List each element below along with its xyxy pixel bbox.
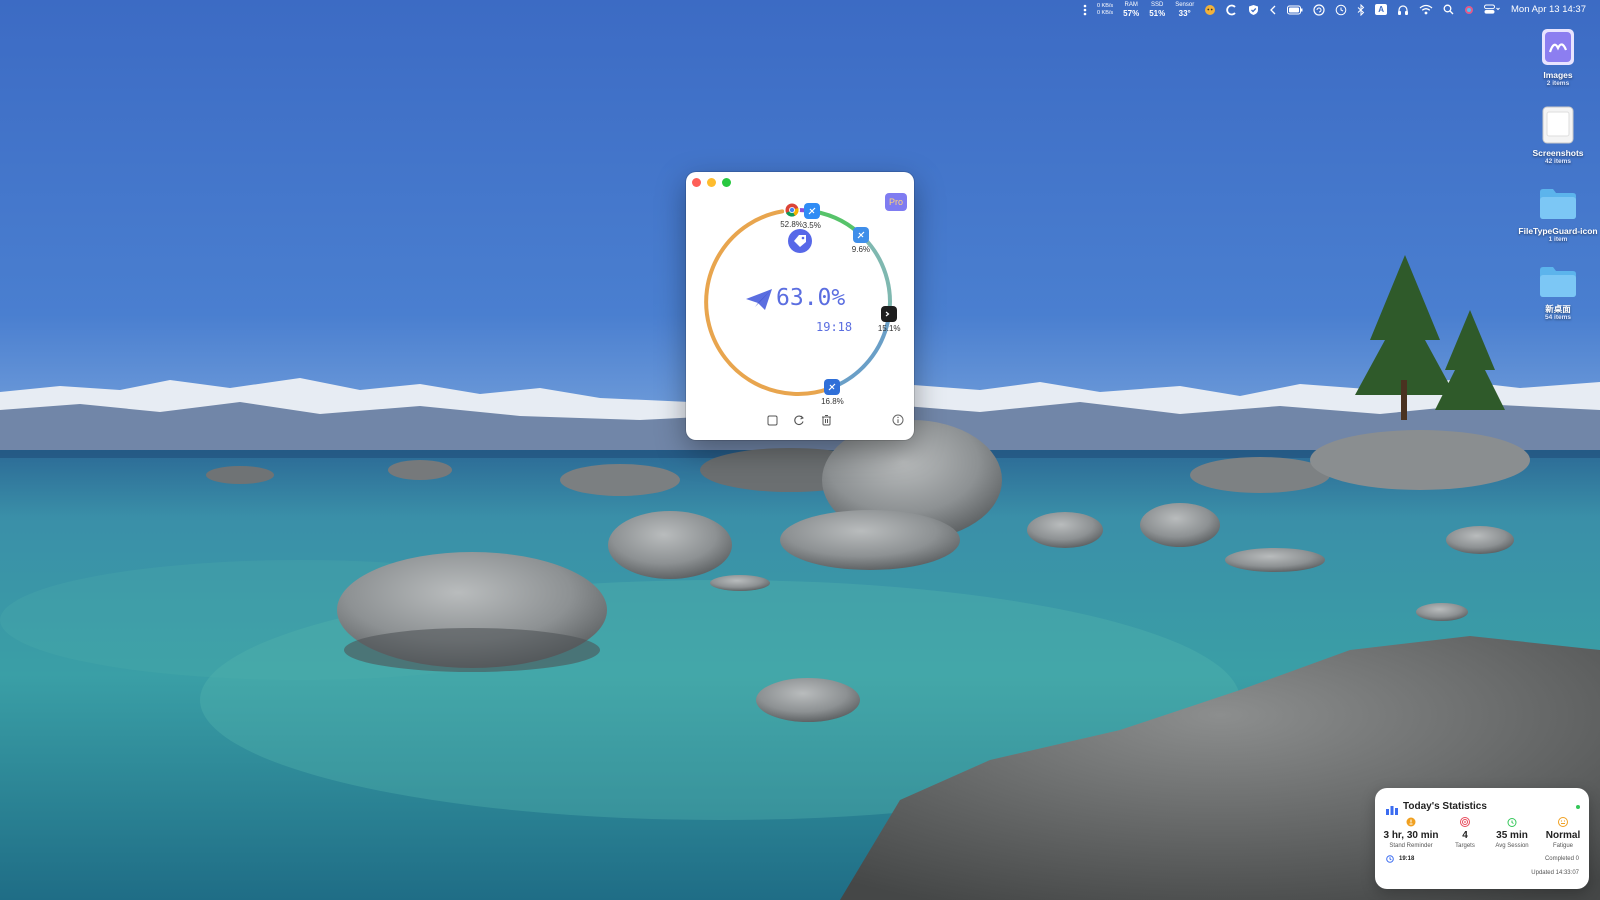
tag-icon <box>794 235 806 247</box>
finder-icon[interactable] <box>852 226 869 243</box>
segment-percent-label: 3.5% <box>802 221 821 231</box>
desktop-item-count: 54 items <box>1544 314 1572 321</box>
menu-bar-clock[interactable]: Mon Apr 13 14:37 <box>1511 0 1586 19</box>
stats-updated: Updated 14:33:07 <box>1531 870 1579 876</box>
stat-value: 35 min <box>1496 830 1528 841</box>
stat-value: 3 hr, 30 min <box>1383 830 1439 841</box>
chrome-icon[interactable] <box>783 202 800 219</box>
desktop-item-name: Screenshots <box>1532 148 1584 158</box>
timer-icon <box>1483 817 1541 829</box>
siri-icon[interactable] <box>1464 0 1474 19</box>
battery-icon[interactable] <box>1287 0 1303 19</box>
image-file-icon <box>1538 27 1578 67</box>
stat-fatigue: Normal Fatigue <box>1534 817 1592 851</box>
stat-label: Stand Reminder <box>1389 843 1433 849</box>
statistics-widget[interactable]: Today's Statistics 3 hr, 30 min Stand Re… <box>1375 788 1589 889</box>
app-store-icon[interactable] <box>803 203 820 220</box>
sensor-label: Sensor <box>1175 1 1195 8</box>
ram-label: RAM <box>1124 1 1138 8</box>
folder-icon <box>1538 261 1578 301</box>
sensor-stat[interactable]: Sensor 33° <box>1175 0 1194 19</box>
desktop-item-new-desktop[interactable]: 新桌面 54 items <box>1518 261 1598 322</box>
desktop-item-filetypeguard[interactable]: FileTypeGuard-icon 1 item <box>1518 183 1598 244</box>
shield-icon[interactable] <box>1248 0 1259 19</box>
info-icon[interactable] <box>891 413 905 427</box>
segment-percent-label: 15.1% <box>877 324 901 334</box>
stats-timer-value: 19:18 <box>1399 856 1415 862</box>
stand-icon <box>1382 817 1440 829</box>
stats-completed: Completed 0 <box>1544 856 1579 862</box>
stat-label: Fatigue <box>1552 843 1573 849</box>
sensor-value: 33° <box>1178 8 1191 18</box>
desktop-item-name: 新桌面 <box>1545 304 1571 314</box>
screenshot-file-icon <box>1538 105 1578 145</box>
stat-stand-reminder: 3 hr, 30 min Stand Reminder <box>1382 817 1440 851</box>
stat-avg-session: 35 min Avg Session <box>1483 817 1541 851</box>
network-speed[interactable]: 0 KB/s 0 KB/s <box>1097 0 1113 19</box>
desktop-item-count: 1 item <box>1548 236 1568 243</box>
input-source-badge: A <box>1375 4 1387 15</box>
desktop-item-name: Images <box>1543 70 1573 80</box>
paper-plane-icon <box>745 288 773 317</box>
c-icon[interactable] <box>1226 0 1238 19</box>
dots-icon[interactable] <box>1083 0 1087 19</box>
xcode-icon[interactable] <box>824 379 841 396</box>
input-source-icon[interactable]: A <box>1375 0 1387 19</box>
stat-value: Normal <box>1545 830 1581 841</box>
desktop-item-count: 2 items <box>1546 80 1570 87</box>
statistics-title: Today's Statistics <box>1403 801 1487 812</box>
ram-value: 57% <box>1123 8 1140 18</box>
ssd-label: SSD <box>1151 1 1164 8</box>
stats-timer: 19:18 <box>1386 855 1414 863</box>
live-status-dot <box>1576 805 1580 809</box>
search-icon[interactable] <box>1443 0 1454 19</box>
ram-stat[interactable]: RAM 57% <box>1123 0 1139 19</box>
segment-percent-label: 52.8% <box>780 220 803 230</box>
ssd-stat[interactable]: SSD 51% <box>1149 0 1165 19</box>
folder-icon <box>1538 183 1578 223</box>
network-down: 0 KB/s <box>1096 9 1114 16</box>
desktop-item-images[interactable]: Images 2 items <box>1518 27 1598 88</box>
clock-icon <box>1386 855 1394 863</box>
desktop-wallpaper <box>0 0 1600 900</box>
control-center-icon[interactable] <box>1484 0 1500 19</box>
fatigue-icon <box>1534 817 1592 829</box>
tag-button[interactable] <box>788 229 812 253</box>
segment-percent-label: 9.6% <box>851 244 871 254</box>
window-toolbar <box>686 413 914 429</box>
desktop-item-name: FileTypeGuard-icon <box>1518 226 1598 236</box>
bluetooth-icon[interactable] <box>1357 0 1365 19</box>
chevron-left-icon[interactable] <box>1269 0 1277 19</box>
reset-icon[interactable] <box>792 413 806 427</box>
refresh-circle-icon[interactable] <box>1313 0 1325 19</box>
stop-square-icon[interactable] <box>765 413 779 427</box>
usage-time: 19:18 <box>816 320 853 334</box>
ssd-value: 51% <box>1149 8 1166 18</box>
segment-percent-label: 16.8% <box>821 397 844 407</box>
usage-window: Pro 63.0% 19:18 52.8% 3.5% 9.6% 15.1% 16.8% <box>686 172 914 440</box>
headphones-icon[interactable] <box>1397 0 1409 19</box>
desktop-item-count: 42 items <box>1544 158 1572 165</box>
desktop-item-screenshots[interactable]: Screenshots 42 items <box>1518 105 1598 166</box>
terminal-icon[interactable] <box>881 306 898 323</box>
stat-label: Avg Session <box>1495 843 1529 849</box>
cat-icon[interactable] <box>1204 0 1216 19</box>
usage-percent: 63.0% <box>776 285 846 311</box>
menu-bar: 0 KB/s 0 KB/s RAM 57% SSD 51% Sensor 33°… <box>0 0 1600 19</box>
trash-icon[interactable] <box>819 413 833 427</box>
wifi-icon[interactable] <box>1419 0 1433 19</box>
clock-icon[interactable] <box>1335 0 1347 19</box>
